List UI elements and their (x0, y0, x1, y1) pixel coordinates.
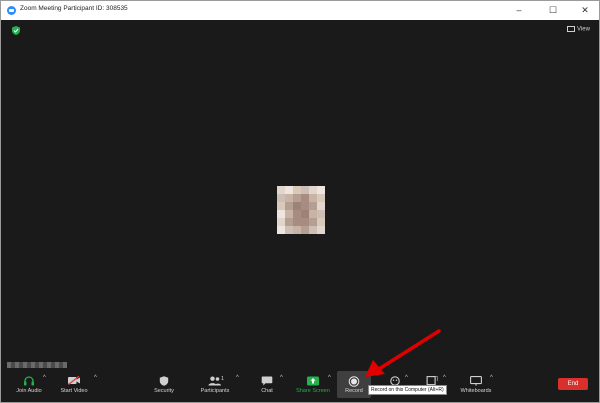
participants-label: Participants (200, 388, 230, 394)
whiteboards-options-caret[interactable]: ^ (490, 375, 493, 381)
avatar-pixel (309, 226, 317, 234)
maximize-button[interactable]: ☐ (541, 1, 565, 20)
security-icon (159, 376, 169, 386)
avatar-pixel (317, 218, 325, 226)
avatar-pixel (301, 194, 309, 202)
title-bar: Zoom Meeting Participant ID: 308535 – ☐ … (1, 1, 599, 20)
whiteboard-icon (470, 376, 482, 386)
close-button[interactable]: ✕ (573, 1, 597, 20)
avatar-pixel (317, 210, 325, 218)
shield-check-icon[interactable] (12, 26, 20, 35)
share-options-caret[interactable]: ^ (328, 375, 331, 381)
avatar-pixel (301, 186, 309, 194)
avatar-pixel (285, 218, 293, 226)
avatar-pixel (277, 202, 285, 210)
avatar-pixel (293, 210, 301, 218)
minimize-button[interactable]: – (507, 1, 531, 20)
annotation-arrow (365, 329, 441, 377)
avatar-pixel (309, 186, 317, 194)
avatar-pixel (317, 194, 325, 202)
chat-icon (261, 376, 273, 386)
video-off-icon (68, 376, 80, 385)
headphones-icon (24, 376, 34, 386)
end-button[interactable]: End (558, 378, 588, 390)
avatar-pixel (317, 226, 325, 234)
record-tooltip: Record on this Computer (Alt+R) (368, 385, 447, 395)
view-label: View (577, 26, 590, 33)
avatar-pixel (309, 218, 317, 226)
avatar-pixel (309, 202, 317, 210)
video-options-caret[interactable]: ^ (94, 375, 97, 381)
avatar-pixel (293, 218, 301, 226)
audio-options-caret[interactable]: ^ (43, 375, 46, 381)
avatar-pixel (285, 202, 293, 210)
avatar-pixel (317, 186, 325, 194)
zoom-window: Zoom Meeting Participant ID: 308535 – ☐ … (0, 0, 600, 403)
avatar-pixel (301, 218, 309, 226)
avatar-pixel (293, 186, 301, 194)
avatar-pixel (309, 194, 317, 202)
avatar-pixel (285, 194, 293, 202)
view-button[interactable]: View (567, 26, 590, 33)
join-audio-button[interactable]: Join Audio (11, 371, 47, 402)
participant-avatar (277, 186, 325, 234)
join-audio-label: Join Audio (16, 388, 42, 394)
avatar-pixel (301, 202, 309, 210)
start-video-button[interactable]: Start Video (57, 371, 91, 402)
participants-button[interactable]: 1 Participants (197, 371, 233, 402)
chat-label: Chat (261, 388, 273, 394)
share-screen-button[interactable]: Share Screen (294, 371, 332, 402)
meeting-toolbar: Join Audio ^ Start Video ^ Security 1 Pa… (1, 371, 599, 402)
avatar-pixel (293, 202, 301, 210)
avatar-pixel (293, 226, 301, 234)
avatar-pixel (277, 226, 285, 234)
participants-options-caret[interactable]: ^ (236, 375, 239, 381)
zoom-logo-icon (7, 6, 16, 15)
avatar-pixel (277, 218, 285, 226)
view-icon (567, 26, 575, 32)
avatar-pixel (293, 194, 301, 202)
avatar-pixel (301, 226, 309, 234)
chat-button[interactable]: Chat (255, 371, 279, 402)
meeting-video-area: View (1, 20, 599, 371)
security-label: Security (154, 388, 174, 394)
record-icon (348, 376, 360, 387)
avatar-pixel (285, 186, 293, 194)
whiteboards-label: Whiteboards (460, 388, 492, 394)
participant-name-tag (7, 362, 67, 368)
avatar-pixel (317, 202, 325, 210)
share-screen-label: Share Screen (296, 388, 330, 394)
avatar-pixel (277, 194, 285, 202)
security-button[interactable]: Security (149, 371, 179, 402)
avatar-pixel (301, 210, 309, 218)
avatar-pixel (285, 210, 293, 218)
participants-icon (208, 376, 221, 386)
apps-options-caret[interactable]: ^ (443, 375, 446, 381)
share-screen-icon (307, 376, 319, 386)
chat-options-caret[interactable]: ^ (280, 375, 283, 381)
avatar-pixel (277, 210, 285, 218)
start-video-label: Start Video (60, 388, 88, 394)
window-title: Zoom Meeting Participant ID: 308535 (20, 5, 128, 12)
avatar-pixel (285, 226, 293, 234)
participants-count: 1 (221, 376, 225, 382)
avatar-pixel (309, 210, 317, 218)
avatar-pixel (277, 186, 285, 194)
record-label: Record (345, 388, 363, 394)
